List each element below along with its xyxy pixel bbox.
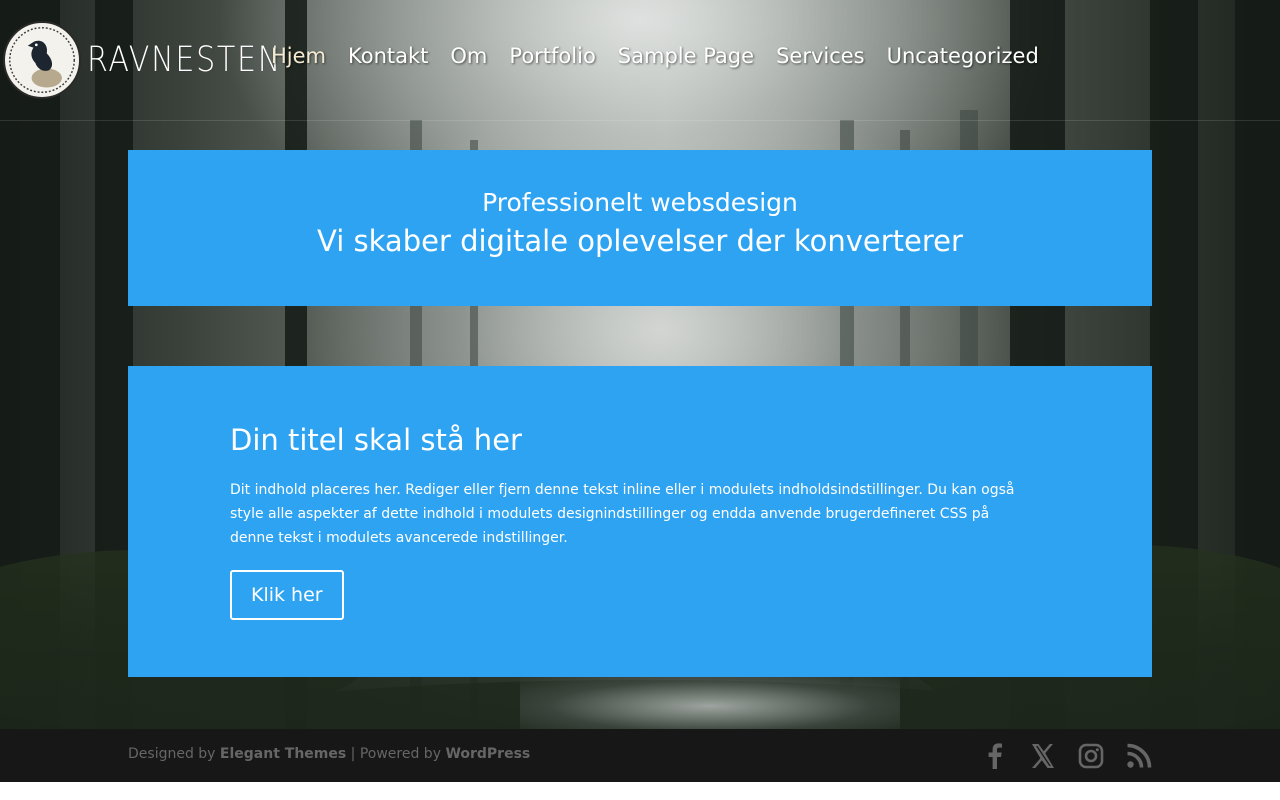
nav-item-sample-page[interactable]: Sample Page (618, 44, 754, 68)
logo-wordmark: RAVNESTEN (87, 39, 283, 80)
wordpress-link[interactable]: WordPress (445, 746, 530, 762)
site-logo[interactable]: RAVNESTEN (3, 20, 280, 100)
hero-subtitle: Professionelt websdesign (482, 188, 798, 217)
raven-logo-icon (3, 21, 81, 99)
x-icon[interactable] (1030, 743, 1056, 769)
social-links (960, 743, 1152, 769)
designed-by-label: Designed by (128, 746, 216, 762)
elegant-themes-link[interactable]: Elegant Themes (220, 746, 346, 762)
site-header: RAVNESTEN Hjem Kontakt Om Portfolio Samp… (0, 0, 1280, 121)
content-body-text: Dit indhold placeres her. Rediger eller … (230, 482, 1015, 546)
nav-item-kontakt[interactable]: Kontakt (348, 44, 428, 68)
nav-item-uncategorized[interactable]: Uncategorized (887, 44, 1039, 68)
klik-her-button[interactable]: Klik her (230, 570, 344, 620)
rss-icon[interactable] (1126, 743, 1152, 769)
powered-by-label: | Powered by (350, 746, 441, 762)
content-module: Din titel skal stå her Dit indhold place… (230, 422, 1040, 620)
content-section: Din titel skal stå her Dit indhold place… (128, 366, 1152, 677)
hero-section: Professionelt websdesign Vi skaber digit… (128, 150, 1152, 306)
nav-item-om[interactable]: Om (450, 44, 487, 68)
instagram-icon[interactable] (1078, 743, 1104, 769)
facebook-icon[interactable] (982, 743, 1008, 769)
main-navigation: Hjem Kontakt Om Portfolio Sample Page Se… (271, 44, 1061, 68)
nav-item-services[interactable]: Services (776, 44, 865, 68)
footer-credits: Designed by Elegant Themes | Powered by … (128, 746, 530, 762)
nav-item-portfolio[interactable]: Portfolio (509, 44, 595, 68)
forest-stream (520, 676, 900, 736)
content-title: Din titel skal stå her (230, 423, 522, 457)
nav-item-hjem[interactable]: Hjem (271, 44, 326, 68)
site-footer: Designed by Elegant Themes | Powered by … (0, 729, 1280, 782)
hero-title: Vi skaber digitale oplevelser der konver… (317, 224, 963, 258)
